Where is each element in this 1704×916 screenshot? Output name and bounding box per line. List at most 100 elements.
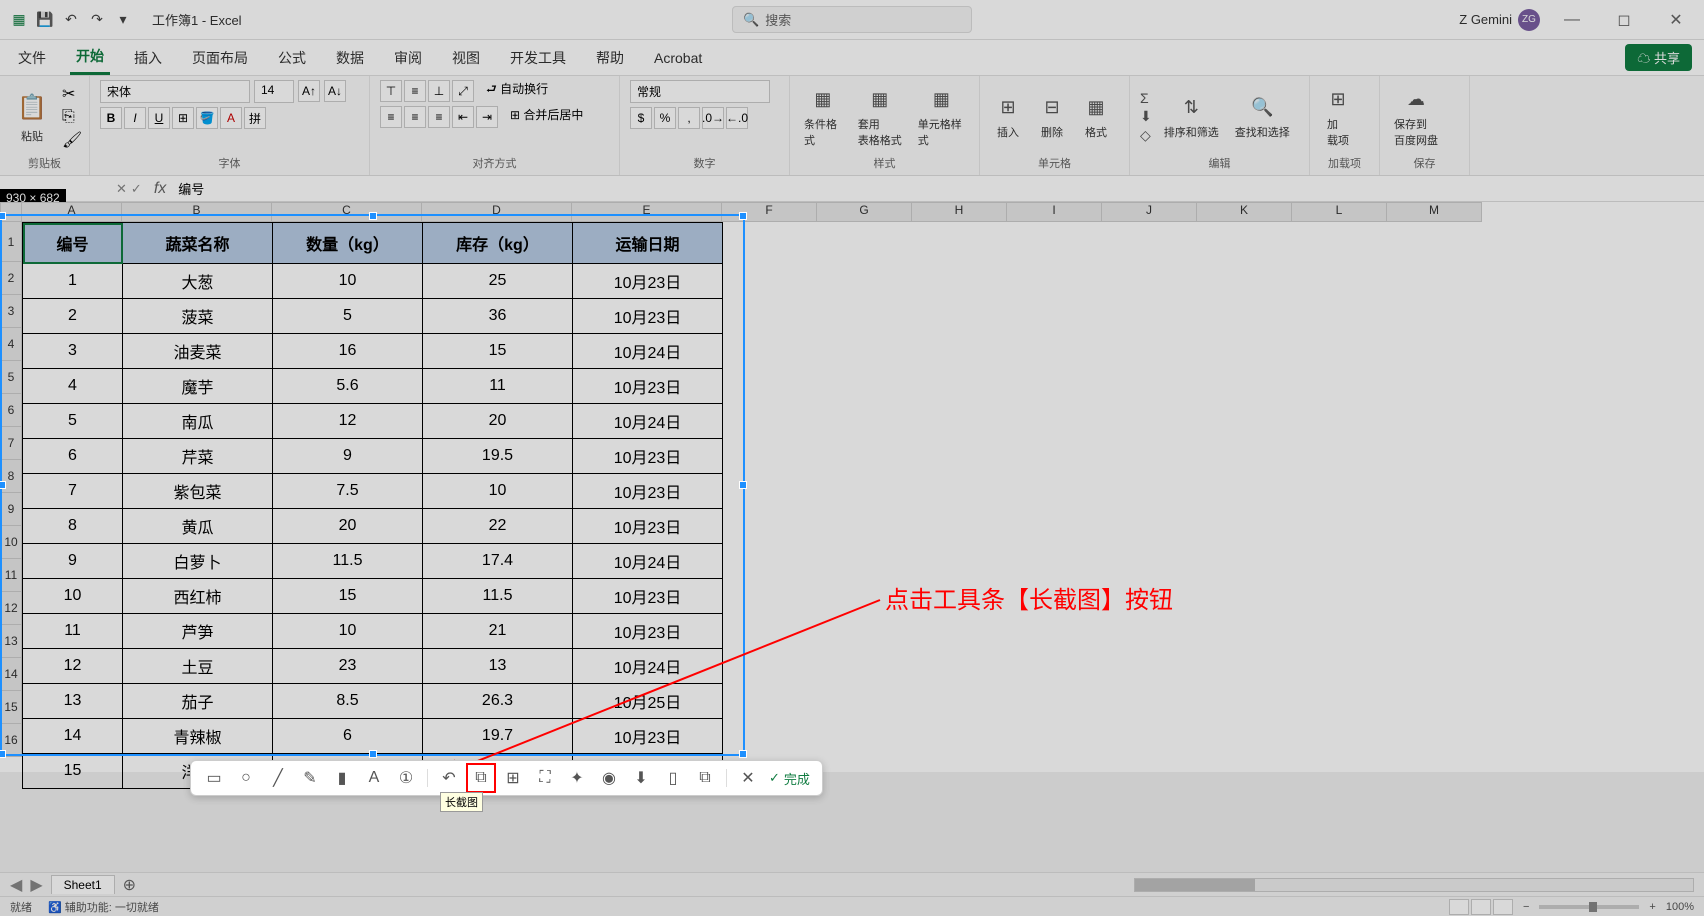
row-header[interactable]: 7 bbox=[0, 427, 22, 460]
number-format-select[interactable]: 常规 bbox=[630, 80, 770, 103]
column-header[interactable]: D bbox=[422, 202, 572, 222]
table-cell[interactable]: 23 bbox=[273, 649, 423, 684]
align-middle-icon[interactable]: ≡ bbox=[404, 80, 426, 102]
ribbon-tab-开发工具[interactable]: 开发工具 bbox=[504, 42, 572, 74]
zoom-out-button[interactable]: − bbox=[1523, 901, 1529, 913]
border-button[interactable]: ⊞ bbox=[172, 107, 194, 129]
underline-button[interactable]: U bbox=[148, 107, 170, 129]
table-cell[interactable]: 10月23日 bbox=[573, 474, 723, 509]
ribbon-tab-审阅[interactable]: 审阅 bbox=[388, 42, 428, 74]
save-baidu-button[interactable]: ☁保存到 百度网盘 bbox=[1390, 84, 1442, 150]
row-header[interactable]: 10 bbox=[0, 526, 22, 559]
table-cell[interactable]: 5.6 bbox=[273, 369, 423, 404]
table-cell[interactable]: 10月23日 bbox=[573, 369, 723, 404]
table-header-cell[interactable]: 运输日期 bbox=[573, 223, 723, 264]
row-header[interactable]: 16 bbox=[0, 724, 22, 757]
column-header[interactable]: E bbox=[572, 202, 722, 222]
column-header[interactable]: L bbox=[1292, 202, 1387, 222]
table-header-cell[interactable]: 库存（kg） bbox=[423, 223, 573, 264]
fx-icon[interactable]: fx bbox=[148, 180, 172, 198]
italic-button[interactable]: I bbox=[124, 107, 146, 129]
column-header[interactable]: A bbox=[22, 202, 122, 222]
table-cell[interactable]: 15 bbox=[423, 334, 573, 369]
scrollbar-thumb[interactable] bbox=[1135, 879, 1255, 891]
align-left-icon[interactable]: ≡ bbox=[380, 106, 402, 128]
row-header[interactable]: 14 bbox=[0, 658, 22, 691]
merge-center-button[interactable]: ⊞ 合并后居中 bbox=[510, 106, 583, 128]
pin-tool-icon[interactable]: ▯ bbox=[662, 767, 684, 789]
column-header[interactable]: G bbox=[817, 202, 912, 222]
table-cell[interactable]: 12 bbox=[23, 649, 123, 684]
table-cell[interactable]: 4 bbox=[23, 369, 123, 404]
sort-filter-button[interactable]: ⇅排序和筛选 bbox=[1160, 92, 1223, 142]
cut-icon[interactable]: ✂ bbox=[62, 84, 82, 104]
table-cell[interactable]: 21 bbox=[423, 614, 573, 649]
row-header[interactable]: 2 bbox=[0, 262, 22, 295]
dec-decimal-icon[interactable]: ←.0 bbox=[726, 107, 748, 129]
font-color-button[interactable]: A bbox=[220, 107, 242, 129]
table-cell[interactable]: 3 bbox=[23, 334, 123, 369]
table-cell[interactable]: 25 bbox=[423, 264, 573, 299]
table-cell[interactable]: 10月23日 bbox=[573, 509, 723, 544]
table-cell[interactable]: 南瓜 bbox=[123, 404, 273, 439]
sheet-nav-next-icon[interactable]: ▶ bbox=[30, 875, 42, 895]
font-size-select[interactable]: 14 bbox=[254, 80, 294, 103]
table-cell[interactable]: 5 bbox=[23, 404, 123, 439]
decrease-font-icon[interactable]: A↓ bbox=[324, 80, 346, 102]
row-header[interactable]: 5 bbox=[0, 361, 22, 394]
column-header[interactable]: B bbox=[122, 202, 272, 222]
formula-input[interactable]: 编号 bbox=[172, 179, 1704, 198]
crop-tool-icon[interactable]: ⛶ bbox=[534, 767, 556, 789]
long-screenshot-button[interactable]: ⧉ bbox=[470, 767, 492, 789]
table-cell[interactable]: 19.7 bbox=[423, 719, 573, 754]
column-header[interactable]: F bbox=[722, 202, 817, 222]
row-header[interactable]: 11 bbox=[0, 559, 22, 592]
pencil-tool-icon[interactable]: ✎ bbox=[299, 767, 321, 789]
table-cell[interactable]: 6 bbox=[23, 439, 123, 474]
table-cell[interactable]: 11.5 bbox=[273, 544, 423, 579]
table-cell[interactable]: 青辣椒 bbox=[123, 719, 273, 754]
indent-dec-icon[interactable]: ⇤ bbox=[452, 106, 474, 128]
table-cell[interactable]: 芹菜 bbox=[123, 439, 273, 474]
undo-icon[interactable]: ↶ bbox=[60, 9, 82, 31]
copy-icon[interactable]: ⎘ bbox=[62, 108, 82, 126]
table-cell[interactable]: 10月25日 bbox=[573, 684, 723, 719]
table-format-button[interactable]: ▦套用 表格格式 bbox=[854, 84, 906, 150]
undo-tool-icon[interactable]: ↶ bbox=[438, 767, 460, 789]
table-cell[interactable]: 19.5 bbox=[423, 439, 573, 474]
table-cell[interactable]: 5 bbox=[273, 299, 423, 334]
column-header[interactable]: J bbox=[1102, 202, 1197, 222]
table-cell[interactable]: 13 bbox=[423, 649, 573, 684]
sheet-nav-prev-icon[interactable]: ◀ bbox=[10, 875, 22, 895]
table-cell[interactable]: 白萝卜 bbox=[123, 544, 273, 579]
table-cell[interactable]: 大葱 bbox=[123, 264, 273, 299]
inc-decimal-icon[interactable]: .0→ bbox=[702, 107, 724, 129]
table-cell[interactable]: 10月24日 bbox=[573, 649, 723, 684]
addins-button[interactable]: ⊞加 载项 bbox=[1320, 84, 1356, 150]
marker-tool-icon[interactable]: ▮ bbox=[331, 767, 353, 789]
align-bottom-icon[interactable]: ⊥ bbox=[428, 80, 450, 102]
autosum-icon[interactable]: Σ bbox=[1140, 90, 1152, 106]
table-cell[interactable]: 7.5 bbox=[273, 474, 423, 509]
share-button[interactable]: ☁ 共享 bbox=[1625, 44, 1692, 71]
table-cell[interactable]: 10月24日 bbox=[573, 334, 723, 369]
table-cell[interactable]: 10月23日 bbox=[573, 299, 723, 334]
page-break-view-button[interactable] bbox=[1493, 899, 1513, 915]
table-cell[interactable]: 10月23日 bbox=[573, 439, 723, 474]
clear-icon[interactable]: ◇ bbox=[1140, 127, 1152, 144]
table-cell[interactable]: 11 bbox=[23, 614, 123, 649]
bookmark-tool-icon[interactable]: ⧉ bbox=[694, 767, 716, 789]
format-cells-button[interactable]: ▦格式 bbox=[1078, 92, 1114, 142]
counter-tool-icon[interactable]: ① bbox=[395, 767, 417, 789]
table-cell[interactable]: 15 bbox=[23, 754, 123, 789]
ribbon-tab-帮助[interactable]: 帮助 bbox=[590, 42, 630, 74]
zoom-in-button[interactable]: + bbox=[1649, 901, 1655, 913]
table-cell[interactable]: 12 bbox=[273, 404, 423, 439]
confirm-screenshot-button[interactable]: ✓ 完成 bbox=[769, 769, 810, 788]
table-cell[interactable]: 14 bbox=[23, 719, 123, 754]
row-header[interactable]: 1 bbox=[0, 222, 22, 262]
download-tool-icon[interactable]: ⬇ bbox=[630, 767, 652, 789]
table-cell[interactable]: 西红柿 bbox=[123, 579, 273, 614]
cell-styles-button[interactable]: ▦单元格样式 bbox=[914, 84, 969, 150]
rectangle-tool-icon[interactable]: ▭ bbox=[203, 767, 225, 789]
